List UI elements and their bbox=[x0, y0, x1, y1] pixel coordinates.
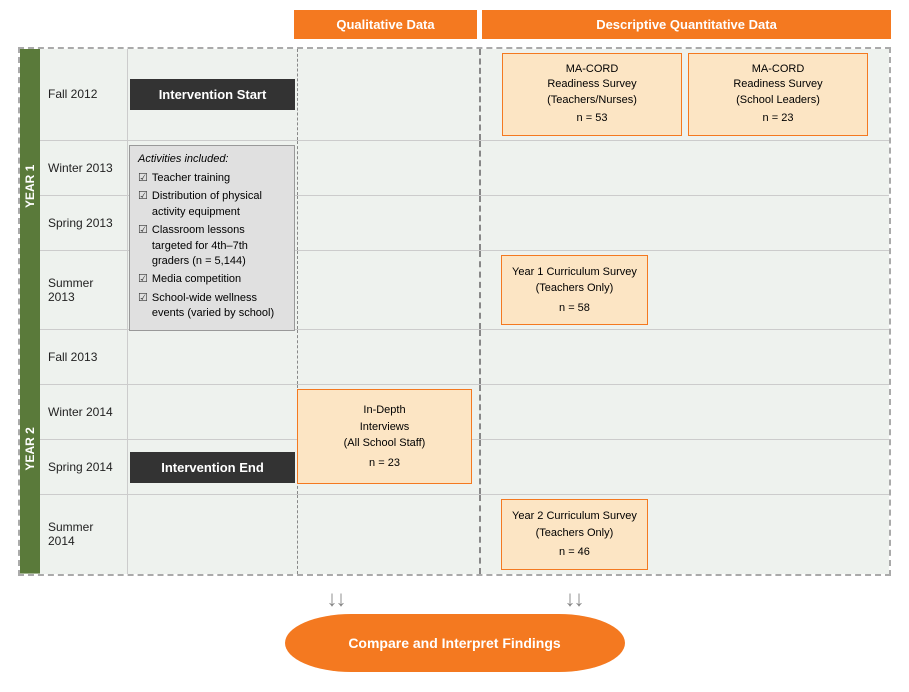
season-spring2013: Spring 2013 bbox=[40, 196, 128, 250]
int-winter2014 bbox=[128, 385, 298, 439]
quant-summer2014: Year 2 Curriculum Survey (Teachers Only)… bbox=[481, 495, 889, 574]
qual-spring2013 bbox=[298, 196, 481, 250]
intervention-fall2012: Intervention Start bbox=[128, 49, 298, 140]
quant-fall2013 bbox=[481, 330, 889, 384]
season-summer2013: Summer 2013 bbox=[40, 251, 128, 330]
quant-spring2014 bbox=[481, 440, 889, 494]
quant-winter2014 bbox=[481, 385, 889, 439]
activity-2: ☑ Classroom lessons targeted for 4th–7th… bbox=[138, 223, 286, 269]
main-container: Qualitative Data Descriptive Quantitativ… bbox=[0, 0, 909, 692]
all-rows: Fall 2012 Intervention Start MA-CORD Rea… bbox=[40, 49, 889, 574]
bottom-area: ↓↓ ↓↓ Compare and Interpret Findings bbox=[10, 586, 899, 682]
check-icon-0: ☑ bbox=[138, 171, 148, 186]
check-icon-2: ☑ bbox=[138, 223, 148, 238]
activities-box: Activities included: ☑ Teacher training … bbox=[129, 145, 295, 332]
quant-summer2013: Year 1 Curriculum Survey (Teachers Only)… bbox=[481, 251, 889, 330]
year2-curriculum-box: Year 2 Curriculum Survey (Teachers Only)… bbox=[501, 499, 648, 570]
season-spring2014: Spring 2014 bbox=[40, 440, 128, 494]
activity-3: ☑ Media competition bbox=[138, 272, 286, 287]
season-fall2013: Fall 2013 bbox=[40, 330, 128, 384]
season-winter2014: Winter 2014 bbox=[40, 385, 128, 439]
arrow-left: ↓↓ bbox=[327, 586, 345, 612]
season-winter2013: Winter 2013 bbox=[40, 141, 128, 195]
quant-fall2012: MA-CORD Readiness Survey (Teachers/Nurse… bbox=[481, 49, 889, 140]
int-summer2014 bbox=[128, 495, 298, 574]
intervention-start-box: Intervention Start bbox=[130, 79, 295, 110]
macord-leaders-box: MA-CORD Readiness Survey (School Leaders… bbox=[688, 53, 868, 136]
qual-summer2014 bbox=[298, 495, 481, 574]
row-fall2013: Fall 2013 bbox=[40, 330, 889, 385]
row-fall2012: Fall 2012 Intervention Start MA-CORD Rea… bbox=[40, 49, 889, 141]
season-summer2014: Summer 2014 bbox=[40, 495, 128, 574]
row-summer2014: Summer 2014 Year 2 Curriculum Survey (Te… bbox=[40, 495, 889, 574]
int-spring2014: Intervention End bbox=[128, 440, 298, 494]
qual-summer2013 bbox=[298, 251, 481, 330]
int-fall2013 bbox=[128, 330, 298, 384]
year1-curriculum-box: Year 1 Curriculum Survey (Teachers Only)… bbox=[501, 255, 648, 326]
qual-header: Qualitative Data bbox=[294, 10, 477, 39]
activities-title: Activities included: bbox=[138, 152, 286, 167]
season-fall2012: Fall 2012 bbox=[40, 49, 128, 140]
intervention-end-box: Intervention End bbox=[130, 452, 295, 483]
qual-winter2013 bbox=[298, 141, 481, 195]
arrow-right: ↓↓ bbox=[565, 586, 583, 612]
year2-label: YEAR 2 bbox=[20, 324, 40, 574]
macord-teachers-box: MA-CORD Readiness Survey (Teachers/Nurse… bbox=[502, 53, 682, 136]
quant-header: Descriptive Quantitative Data bbox=[482, 10, 891, 39]
qual-fall2012 bbox=[298, 49, 481, 140]
activity-0: ☑ Teacher training bbox=[138, 171, 286, 186]
check-icon-3: ☑ bbox=[138, 272, 148, 287]
activity-1: ☑ Distribution of physical activity equi… bbox=[138, 189, 286, 220]
qual-fall2013 bbox=[298, 330, 481, 384]
winter2014-container: Winter 2014 Spring 2014 Intervention End bbox=[40, 385, 889, 495]
year1-label: YEAR 1 bbox=[20, 49, 40, 324]
quant-spring2013 bbox=[481, 196, 889, 250]
quant-winter2013 bbox=[481, 141, 889, 195]
diagram-area: YEAR 1 YEAR 2 Fall 2012 Intervention Sta… bbox=[18, 47, 891, 576]
check-icon-4: ☑ bbox=[138, 291, 148, 306]
indepth-box: In-Depth Interviews (All School Staff) n… bbox=[297, 389, 472, 484]
year-labels: YEAR 1 YEAR 2 bbox=[20, 49, 40, 574]
check-icon-1: ☑ bbox=[138, 189, 148, 204]
activity-4: ☑ School-wide wellness events (varied by… bbox=[138, 291, 286, 322]
compare-ellipse: Compare and Interpret Findings bbox=[285, 614, 625, 672]
activities-rows-container: Winter 2013 Spring 2013 bbox=[40, 141, 889, 386]
